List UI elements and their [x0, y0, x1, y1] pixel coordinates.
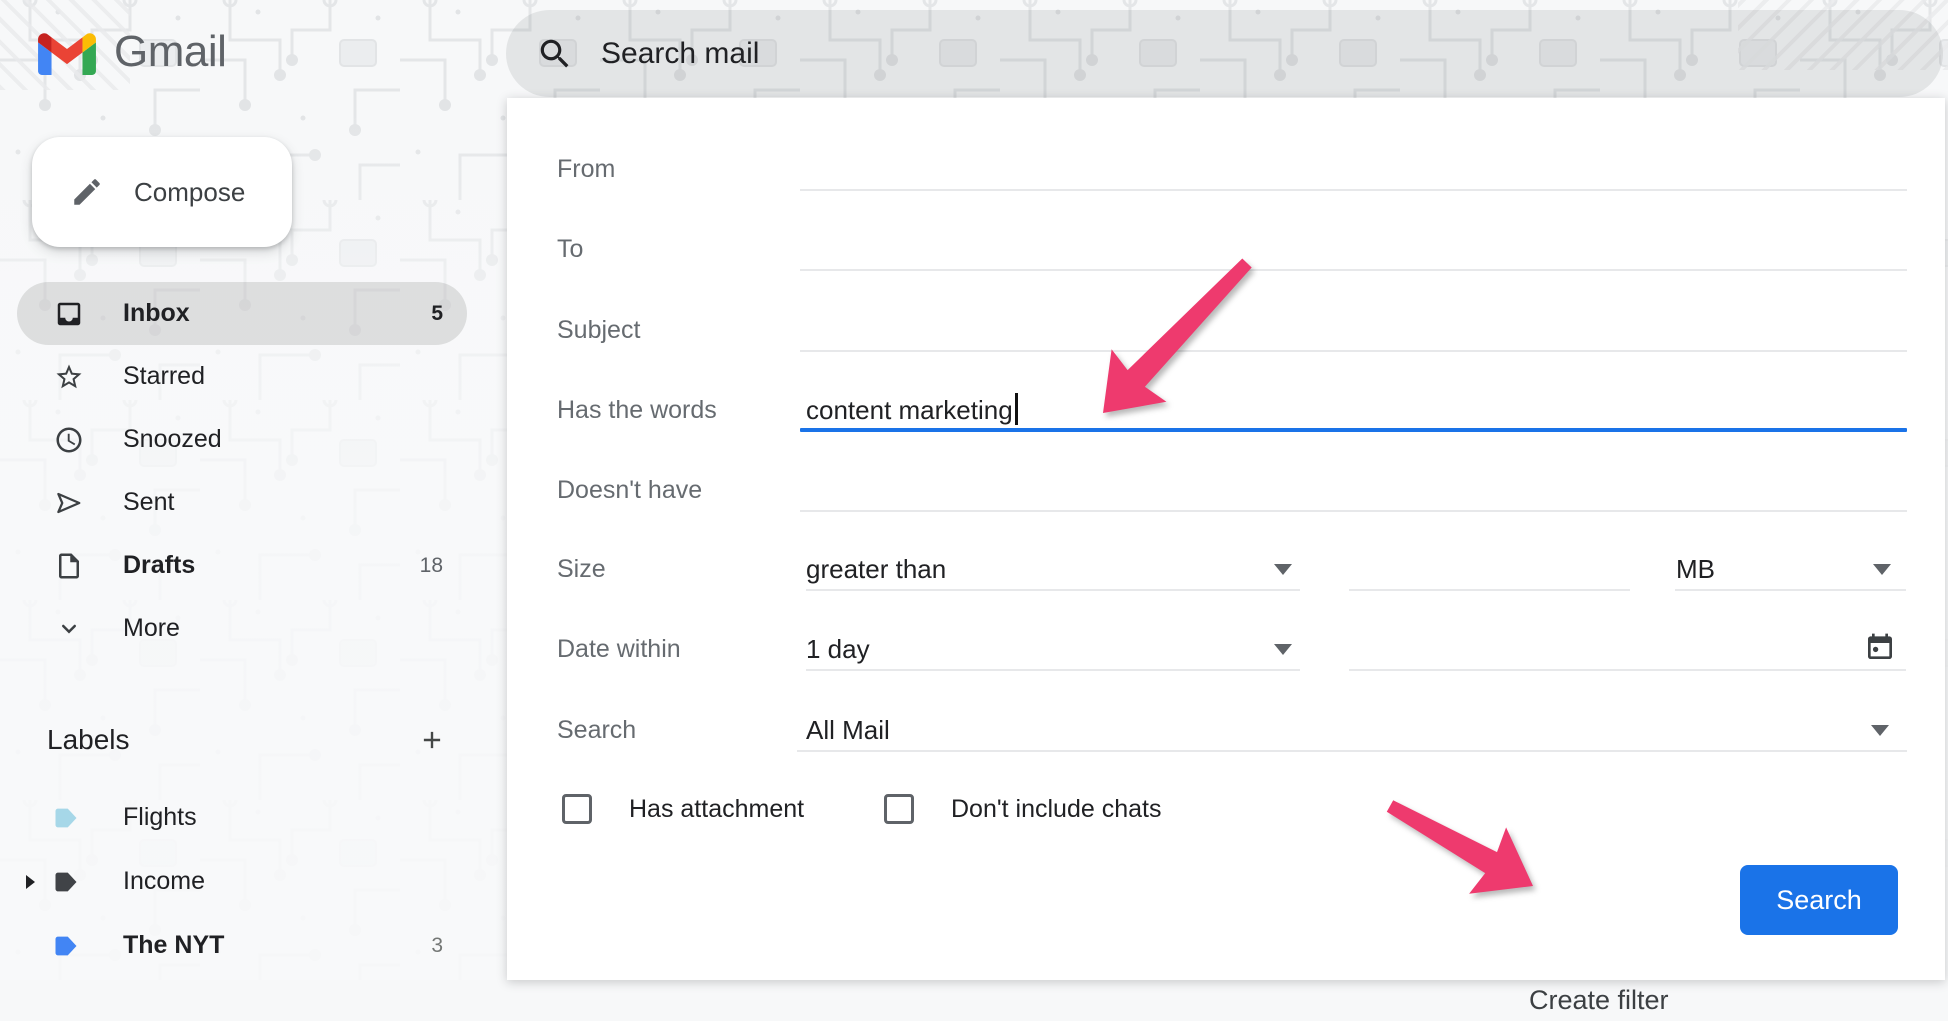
- to-label: To: [557, 228, 583, 270]
- sidebar-item-more[interactable]: More: [17, 597, 467, 660]
- size-operator-underline: [806, 589, 1300, 591]
- draft-icon: [53, 550, 85, 582]
- sidebar-item-label: Starred: [123, 362, 205, 391]
- sidebar: Gmail Compose Inbox 5 Starred Snoozed Se…: [0, 0, 507, 980]
- plus-icon[interactable]: [419, 727, 445, 753]
- label-name: The NYT: [123, 931, 224, 960]
- sidebar-item-starred[interactable]: Starred: [17, 345, 467, 408]
- pencil-icon: [70, 175, 104, 209]
- sidebar-item-label: Snoozed: [123, 425, 222, 454]
- annotation-arrow-has-words: [1075, 253, 1260, 428]
- subject-field[interactable]: [800, 309, 1907, 351]
- compose-button[interactable]: Compose: [32, 137, 292, 247]
- from-underline: [800, 189, 1907, 191]
- subject-label: Subject: [557, 309, 640, 351]
- size-value-input[interactable]: [1349, 548, 1630, 590]
- label-tag-icon: [53, 803, 83, 833]
- to-field[interactable]: [800, 228, 1907, 270]
- size-value-underline: [1349, 589, 1630, 591]
- sidebar-item-label: Drafts: [123, 551, 195, 580]
- date-within-label: Date within: [557, 628, 681, 670]
- gmail-wordmark: Gmail: [114, 27, 226, 77]
- label-tag-icon: [53, 867, 83, 897]
- sidebar-item-label: Sent: [123, 488, 174, 517]
- has-words-value: content marketing: [806, 395, 1013, 425]
- date-input-underline: [1349, 669, 1906, 671]
- has-words-field[interactable]: content marketing: [806, 389, 1913, 431]
- has-words-label: Has the words: [557, 389, 717, 431]
- label-count: 3: [431, 934, 443, 958]
- clock-icon: [53, 424, 85, 456]
- date-within-underline: [806, 669, 1300, 671]
- unread-count: 18: [420, 554, 443, 578]
- search-button[interactable]: Search: [1740, 865, 1898, 935]
- from-label: From: [557, 148, 615, 190]
- text-cursor: [1015, 393, 1018, 425]
- date-input[interactable]: [1349, 628, 1906, 670]
- search-filter-panel: From To Subject Has the words content ma…: [507, 98, 1945, 980]
- sidebar-label-income[interactable]: Income: [17, 850, 467, 913]
- label-tag-icon: [53, 931, 83, 961]
- inbox-icon: [53, 298, 85, 330]
- subject-underline: [800, 350, 1907, 352]
- sidebar-item-snoozed[interactable]: Snoozed: [17, 408, 467, 471]
- has-words-focused-underline: [800, 428, 1907, 432]
- dropdown-arrow-icon[interactable]: [1873, 564, 1891, 575]
- labels-title: Labels: [47, 714, 130, 766]
- send-icon: [53, 487, 85, 519]
- has-attachment-checkbox[interactable]: [562, 794, 592, 824]
- doesnt-have-label: Doesn't have: [557, 469, 702, 511]
- size-label: Size: [557, 548, 606, 590]
- doesnt-have-underline: [800, 510, 1907, 512]
- from-field[interactable]: [800, 148, 1907, 190]
- dropdown-arrow-icon[interactable]: [1871, 725, 1889, 736]
- star-icon: [53, 361, 85, 393]
- expand-arrow-icon[interactable]: [26, 875, 35, 889]
- size-operator-dropdown[interactable]: greater than: [806, 548, 1300, 590]
- dropdown-arrow-icon[interactable]: [1274, 644, 1292, 655]
- sidebar-label-the-nyt[interactable]: The NYT 3: [17, 914, 467, 977]
- label-name: Flights: [123, 803, 197, 832]
- search-mail-bar[interactable]: Search mail: [506, 10, 1943, 97]
- dont-include-chats-checkbox[interactable]: [884, 794, 914, 824]
- gmail-logo-icon: [38, 30, 96, 75]
- dont-include-chats-label: Don't include chats: [951, 788, 1161, 830]
- to-underline: [800, 269, 1907, 271]
- sidebar-item-inbox[interactable]: Inbox 5: [17, 282, 467, 345]
- sidebar-item-label: Inbox: [123, 299, 190, 328]
- label-name: Income: [123, 867, 205, 896]
- labels-section-header: Labels: [0, 714, 467, 766]
- search-scope-dropdown[interactable]: All Mail: [806, 709, 1907, 751]
- create-filter-button[interactable]: Create filter: [1529, 979, 1669, 1021]
- calendar-icon[interactable]: [1864, 631, 1896, 663]
- has-attachment-label: Has attachment: [629, 788, 804, 830]
- compose-label: Compose: [134, 177, 245, 208]
- unread-count: 5: [431, 302, 443, 326]
- doesnt-have-field[interactable]: [800, 469, 1907, 511]
- sidebar-item-label: More: [123, 614, 180, 643]
- gmail-brand[interactable]: Gmail: [38, 25, 226, 79]
- search-input[interactable]: Search mail: [601, 37, 759, 71]
- dropdown-arrow-icon[interactable]: [1274, 564, 1292, 575]
- size-unit-underline: [1675, 589, 1906, 591]
- sidebar-item-drafts[interactable]: Drafts 18: [17, 534, 467, 597]
- date-within-dropdown[interactable]: 1 day: [806, 628, 1300, 670]
- search-scope-underline: [797, 750, 1907, 752]
- chevron-down-icon: [53, 613, 85, 645]
- search-icon: [536, 35, 574, 73]
- sidebar-item-sent[interactable]: Sent: [17, 471, 467, 534]
- search-scope-label: Search: [557, 709, 636, 751]
- annotation-arrow-create-filter: [1370, 790, 1540, 900]
- sidebar-label-flights[interactable]: Flights: [17, 786, 467, 849]
